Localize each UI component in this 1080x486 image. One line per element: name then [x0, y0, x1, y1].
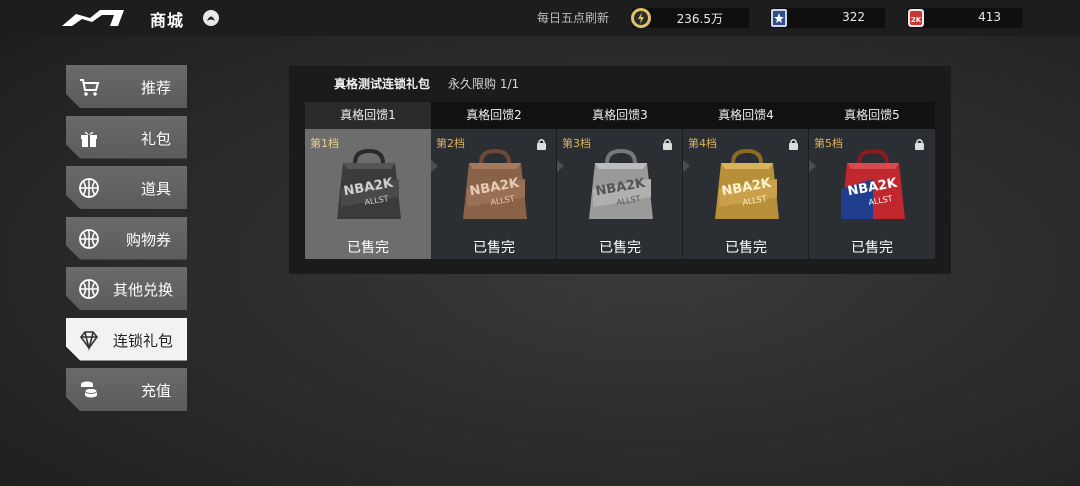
next-arrow-icon	[809, 160, 816, 172]
next-arrow-icon	[557, 160, 564, 172]
tier-body: 第2档 NBA2K ALLST 已售完	[431, 129, 557, 259]
gold-coin-icon	[631, 8, 651, 28]
top-bar: 商城 每日五点刷新 236.5万 322 2K 413	[0, 0, 1080, 36]
pack-bag-image: NBA2K ALLST	[715, 149, 779, 219]
purchase-limit: 永久限购 1/1	[448, 77, 520, 91]
next-arrow-icon	[431, 160, 438, 172]
sidebar-item-label: 购物券	[125, 230, 171, 249]
page-title: 商城	[150, 11, 185, 30]
coins-icon	[78, 379, 100, 401]
sold-out-label: 已售完	[599, 240, 641, 256]
sidebar-item-label: 推荐	[140, 79, 171, 97]
lock-icon	[537, 139, 546, 150]
sidebar-item-coupons[interactable]: 购物券	[66, 217, 187, 260]
lock-icon	[915, 139, 924, 150]
tier-body: 第5档 NBA2K ALLST 已售完	[809, 129, 935, 259]
sidebar-item-chain-pack[interactable]: 连锁礼包	[66, 318, 187, 361]
currency-2k: 2K 413	[907, 8, 1023, 28]
tier-name: 真格回馈4	[683, 102, 809, 129]
sidebar-item-label: 其他兑换	[112, 281, 173, 299]
sidebar-item-label: 连锁礼包	[112, 331, 173, 350]
currency-gold: 236.5万	[631, 8, 749, 28]
tier-body: 第3档 NBA2K ALLST 已售完	[557, 129, 683, 259]
pack-title: 真格测试连锁礼包	[334, 77, 431, 91]
2k-value: 413	[978, 10, 1001, 24]
pack-bag-image: NBA2K ALLST	[589, 149, 653, 219]
sidebar-item-label: 道具	[140, 180, 171, 198]
allstar-token-icon	[771, 9, 787, 27]
sidebar-item-label: 礼包	[140, 129, 171, 148]
allstar-value: 322	[842, 10, 865, 24]
sold-out-label: 已售完	[347, 240, 389, 256]
sold-out-label: 已售完	[473, 240, 515, 256]
refresh-notice: 每日五点刷新	[537, 11, 610, 25]
basketball-icon	[78, 278, 100, 300]
sidebar-item-label: 充值	[140, 382, 171, 400]
tier-body: 第4档 NBA2K ALLST 已售完	[683, 129, 809, 259]
rank-badge-icon[interactable]	[202, 9, 220, 27]
2k-coin-icon: 2K	[908, 9, 924, 27]
basketball-icon	[78, 228, 100, 250]
tier-card-3[interactable]: 真格回馈3 第3档 NBA2K ALLST 已售完	[557, 102, 690, 259]
diamond-icon	[78, 329, 100, 351]
tier-card-1[interactable]: 真格回馈1 第1档 NBA2K ALLST 已售完	[305, 102, 438, 259]
pack-bag-image: NBA2K ALLST	[463, 149, 527, 219]
sidebar-item-recommend[interactable]: 推荐	[66, 65, 187, 108]
tier-list: 真格回馈1 第1档 NBA2K ALLST 已售完 真格回馈2 第2档 NBA2…	[305, 102, 935, 259]
pack-bag-image: NBA2K ALLST	[337, 149, 401, 219]
pack-bag-image: NBA2K ALLST	[841, 149, 905, 219]
svg-text:2K: 2K	[911, 16, 922, 24]
cart-icon	[78, 76, 100, 98]
currency-allstar: 322	[770, 8, 885, 28]
chain-pack-panel: 真格测试连锁礼包 永久限购 1/1 真格回馈1 第1档 NBA2K ALLST …	[289, 66, 951, 274]
sidebar-item-recharge[interactable]: 充值	[66, 368, 187, 411]
sold-out-label: 已售完	[851, 240, 893, 256]
sidebar-item-gift[interactable]: 礼包	[66, 116, 187, 159]
sidebar-item-items[interactable]: 道具	[66, 166, 187, 209]
back-logo-icon[interactable]	[62, 10, 124, 26]
sold-out-label: 已售完	[725, 240, 767, 256]
lock-icon	[663, 139, 672, 150]
basketball-icon	[78, 177, 100, 199]
next-arrow-icon	[683, 160, 690, 172]
tier-body: 第1档 NBA2K ALLST 已售完	[305, 129, 431, 259]
tier-card-4[interactable]: 真格回馈4 第4档 NBA2K ALLST 已售完	[683, 102, 816, 259]
lock-icon	[789, 139, 798, 150]
tier-name: 真格回馈5	[809, 102, 935, 129]
tier-card-2[interactable]: 真格回馈2 第2档 NBA2K ALLST 已售完	[431, 102, 564, 259]
tier-name: 真格回馈2	[431, 102, 557, 129]
sidebar: 推荐 礼包 道具 购物券 其他兑换 连锁礼包 充值	[66, 65, 187, 419]
tier-name: 真格回馈3	[557, 102, 683, 129]
gold-value: 236.5万	[676, 12, 723, 26]
tier-card-5[interactable]: 真格回馈5 第5档 NBA2K ALLST 已售完	[809, 102, 935, 259]
sidebar-item-other-exchange[interactable]: 其他兑换	[66, 267, 187, 310]
gift-icon	[78, 127, 100, 149]
tier-name: 真格回馈1	[305, 102, 431, 129]
